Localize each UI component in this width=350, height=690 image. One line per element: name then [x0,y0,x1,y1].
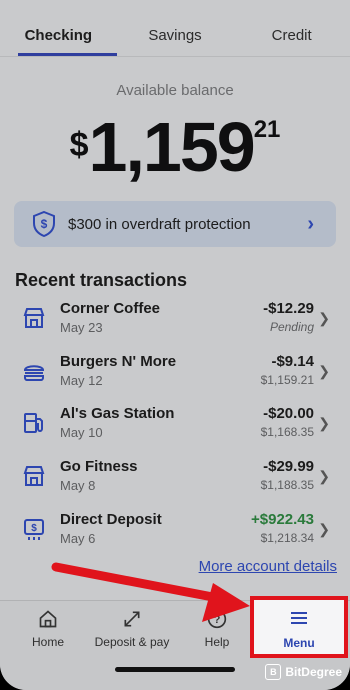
home-indicator [115,667,235,672]
watermark-text: BitDegree [285,665,342,679]
red-arrow-annotation [51,562,250,622]
watermark: B BitDegree [265,664,342,680]
phone-screen: Checking Savings Credit Available balanc… [0,0,350,690]
watermark-logo-icon: B [265,664,282,680]
